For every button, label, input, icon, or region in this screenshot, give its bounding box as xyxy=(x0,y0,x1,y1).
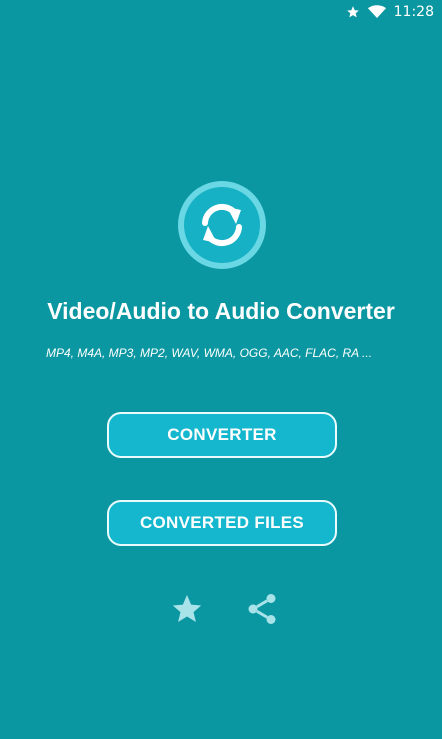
app-title: Video/Audio to Audio Converter xyxy=(47,298,395,324)
convert-arrows-icon xyxy=(202,203,242,247)
share-button[interactable] xyxy=(244,591,280,627)
action-bar xyxy=(170,589,280,629)
converter-button[interactable]: CONVERTER xyxy=(107,412,337,458)
status-bar: 11:28 xyxy=(0,0,442,24)
status-time: 11:28 xyxy=(393,4,434,20)
star-icon xyxy=(172,594,202,623)
supported-formats: MP4, M4A, MP3, MP2, WAV, WMA, OGG, AAC, … xyxy=(46,346,373,360)
star-icon xyxy=(346,5,360,19)
share-icon xyxy=(248,594,276,624)
wifi-icon xyxy=(367,5,386,19)
converted-files-button[interactable]: CONVERTED FILES xyxy=(107,500,337,546)
app-logo xyxy=(178,181,266,269)
rate-button[interactable] xyxy=(170,592,204,626)
